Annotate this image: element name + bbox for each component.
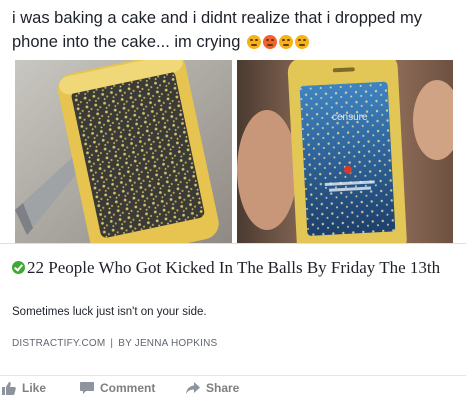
post-actions-bar: Like Comment Share: [0, 381, 466, 401]
photo-phone-in-hand[interactable]: censure: [237, 60, 453, 243]
link-description: Sometimes luck just isn't on your side.: [12, 306, 207, 318]
comment-button[interactable]: Comment: [80, 381, 155, 395]
link-source: DISTRACTIFY.COM | BY JENNA HOPKINS: [12, 338, 217, 349]
comment-label: Comment: [100, 381, 156, 395]
link-preview-card[interactable]: 22 People Who Got Kicked In The Balls By…: [0, 243, 466, 363]
share-arrow-icon: [186, 382, 200, 394]
link-title-text: 22 People Who Got Kicked In The Balls By…: [27, 258, 441, 277]
link-byline: BY JENNA HOPKINS: [118, 338, 218, 349]
sad-emoji-icon: [278, 35, 293, 49]
tearful-emoji-icon: [294, 35, 309, 49]
crying-emoji-icon: [246, 35, 261, 49]
like-label: Like: [22, 381, 47, 395]
thumbs-up-icon: [2, 381, 16, 395]
link-domain[interactable]: DISTRACTIFY.COM: [12, 338, 105, 349]
post-message: i was baking a cake and i didnt realize …: [12, 9, 422, 51]
card-divider: [0, 243, 466, 244]
link-title[interactable]: 22 People Who Got Kicked In The Balls By…: [12, 257, 462, 279]
comment-icon: [80, 381, 94, 394]
photo-phone-in-cake-with-knife[interactable]: [15, 60, 232, 243]
like-button[interactable]: Like: [2, 381, 46, 395]
share-label: Share: [206, 381, 240, 395]
angry-emoji-icon: [262, 35, 277, 49]
source-separator: |: [110, 338, 114, 349]
verified-check-icon: [12, 261, 25, 274]
actions-divider: [0, 375, 466, 376]
share-button[interactable]: Share: [186, 381, 239, 395]
post-text: i was baking a cake and i didnt realize …: [12, 6, 462, 54]
phone-screen-text: censure: [332, 112, 368, 123]
